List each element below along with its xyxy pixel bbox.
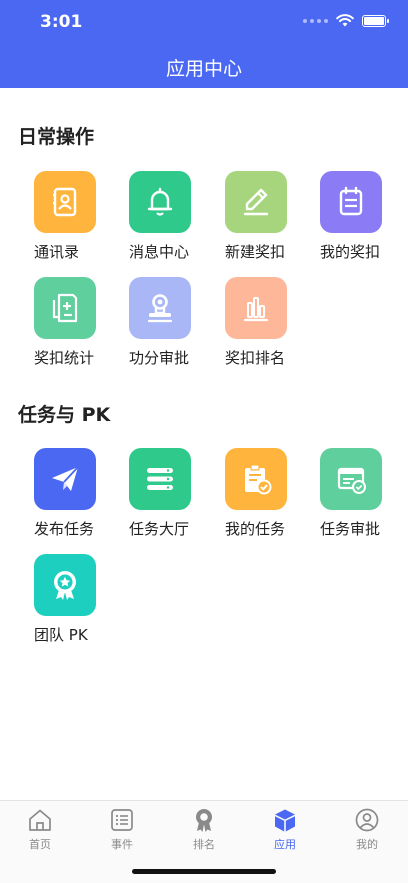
tab-label: 排名 — [193, 838, 215, 851]
cube-icon — [275, 809, 295, 832]
list-stack-icon — [129, 448, 191, 510]
tab-label: 事件 — [111, 838, 133, 851]
app-label: 功分审批 — [129, 349, 190, 367]
medal-icon — [196, 809, 212, 832]
user-icon — [355, 808, 379, 832]
list-icon — [111, 809, 133, 831]
document-plus-icon — [34, 277, 96, 339]
section-title-daily: 日常操作 — [18, 126, 95, 148]
tab-home[interactable]: 首页 — [10, 807, 70, 852]
tab-label: 首页 — [29, 838, 51, 851]
app-task-approval[interactable]: 任务审批 — [320, 448, 408, 548]
stamp-icon — [129, 277, 191, 339]
home-icon — [29, 809, 51, 831]
pencil-icon — [225, 171, 287, 233]
tab-events[interactable]: 事件 — [92, 807, 152, 852]
wifi-icon — [336, 14, 354, 27]
app-label: 奖扣统计 — [34, 349, 95, 367]
app-label: 团队 PK — [34, 626, 88, 644]
tab-ranking[interactable]: 排名 — [174, 807, 234, 852]
app-my-tasks[interactable]: 我的任务 — [225, 448, 320, 548]
app-my-rewards[interactable]: 我的奖扣 — [320, 171, 408, 271]
status-time: 3:01 — [40, 12, 83, 32]
signal-icon — [303, 18, 328, 23]
app-label: 奖扣排名 — [225, 349, 286, 367]
app-team-pk[interactable]: 团队 PK — [34, 554, 129, 654]
header-bar: 3:01 应用中心 — [0, 0, 408, 88]
app-points-approval[interactable]: 功分审批 — [129, 277, 224, 377]
app-label: 任务审批 — [320, 520, 381, 538]
app-reward-ranking[interactable]: 奖扣排名 — [225, 277, 320, 377]
home-indicator — [132, 869, 276, 874]
bar-chart-icon — [225, 277, 287, 339]
app-new-reward[interactable]: 新建奖扣 — [225, 171, 320, 271]
app-label: 任务大厅 — [129, 520, 190, 538]
paper-plane-icon — [34, 448, 96, 510]
app-label: 我的任务 — [225, 520, 286, 538]
clipboard-icon — [320, 171, 382, 233]
app-label: 新建奖扣 — [225, 243, 286, 261]
app-label: 我的奖扣 — [320, 243, 381, 261]
task-check-icon — [225, 448, 287, 510]
tab-label: 我的 — [356, 838, 378, 851]
app-reward-stats[interactable]: 奖扣统计 — [34, 277, 129, 377]
tab-label: 应用 — [274, 838, 296, 851]
contacts-icon — [34, 171, 96, 233]
tab-apps[interactable]: 应用 — [255, 807, 315, 852]
app-task-hall[interactable]: 任务大厅 — [129, 448, 224, 548]
app-label: 发布任务 — [34, 520, 95, 538]
section-title-tasks: 任务与 PK — [18, 404, 111, 426]
badge-star-icon — [34, 554, 96, 616]
app-publish-task[interactable]: 发布任务 — [34, 448, 129, 548]
app-contacts[interactable]: 通讯录 — [34, 171, 129, 271]
bell-icon — [129, 171, 191, 233]
app-label: 消息中心 — [129, 243, 190, 261]
approval-icon — [320, 448, 382, 510]
status-icons — [303, 14, 389, 27]
battery-icon — [362, 14, 389, 27]
app-label: 通讯录 — [34, 243, 80, 261]
tab-me[interactable]: 我的 — [337, 807, 397, 852]
page-title: 应用中心 — [165, 58, 242, 80]
app-message-center[interactable]: 消息中心 — [129, 171, 224, 271]
